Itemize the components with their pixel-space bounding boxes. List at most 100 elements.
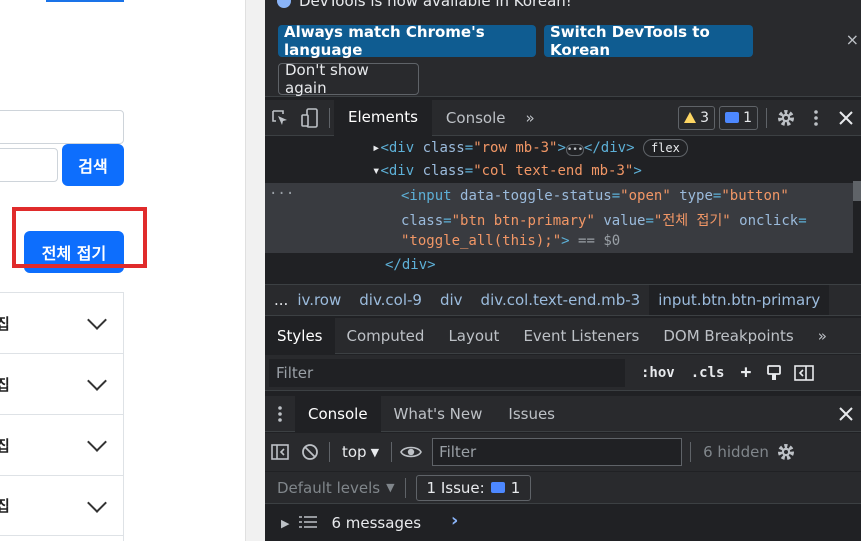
log-levels-label: Default levels [277,478,381,497]
drawer-tab-console[interactable]: Console [295,395,381,432]
console-toolbar: top ▼ Filter 6 hidden [265,433,861,471]
tab-computed[interactable]: Computed [335,318,437,354]
breadcrumb-item[interactable]: div [431,285,472,315]
divider [766,107,767,128]
hidden-count: 6 hidden [703,443,769,461]
breadcrumb-ellipsis[interactable]: ... [265,285,297,315]
tab-event-listeners[interactable]: Event Listeners [511,318,651,354]
breadcrumb-item-active[interactable]: input.btn.btn-primary [649,285,830,315]
scrollbar-thumb[interactable] [853,181,861,201]
breadcrumb: ... iv.row div.col-9 div div.col.text-en… [265,284,861,316]
chevron-down-icon[interactable] [87,371,107,391]
accordion-item-label: 집 [0,497,10,515]
drawer-menu-icon[interactable] [265,396,295,432]
list-border [123,292,124,541]
device-toolbar-icon[interactable] [295,100,325,136]
console-settings-gear-icon[interactable] [775,434,797,470]
tab-dom-breakpoints[interactable]: DOM Breakpoints [651,318,805,354]
drawer-tab-whats-new[interactable]: What's New [381,396,496,432]
console-sidebar-icon[interactable] [265,434,295,470]
accordion-list: 집 집 집 집 [0,292,124,536]
accordion-item[interactable]: 집 [0,292,124,353]
chevron-down-icon[interactable] [87,492,107,513]
styles-filter-row: Filter :hov .cls + [265,355,861,391]
attr-value: "row mb-3" [473,140,558,156]
issues-count: 1 [510,478,521,497]
attr-value: "btn btn-primary" [451,213,595,229]
drawer-tab-issues[interactable]: Issues [495,396,568,432]
kebab-menu-icon[interactable] [801,100,831,136]
issues-button[interactable]: 1 Issue: 1 [415,474,532,501]
attr-name: value [603,213,646,229]
paint-icon[interactable] [759,355,789,391]
context-label: top [342,443,367,461]
tree-line-selected[interactable]: class="btn btn-primary" value="전체 접기" on… [401,210,807,230]
messages-summary[interactable]: 6 messages [317,514,421,532]
tree-line[interactable]: ▸<div class="row mb-3">•••</div> flex [372,139,688,157]
attr-name: onclick [739,213,799,229]
tag-open: <div [380,163,415,179]
attr-value: "button" [721,188,789,204]
top-link-underline[interactable] [46,0,124,2]
chevron-down-icon[interactable] [87,432,107,452]
more-tabs-icon[interactable]: » [806,318,839,354]
flex-badge[interactable]: flex [642,139,688,157]
expand-arrow-icon[interactable]: ▶ [265,517,289,530]
accordion-item-label: 집 [0,375,10,394]
issues-label: 1 Issue: [426,478,485,497]
add-rule-icon[interactable]: + [732,362,759,383]
sidebar-toggle-icon[interactable] [789,355,819,391]
main-tabbar: Elements Console » 3 1 [265,99,861,136]
tag-close: </div> [385,257,436,273]
elements-tree: ▸<div class="row mb-3">•••</div> flex ▾<… [265,137,861,282]
tab-elements[interactable]: Elements [334,99,432,136]
console-toolbar-2: Default levels ▼ 1 Issue: 1 [265,472,861,504]
clear-console-icon[interactable] [295,434,325,470]
tab-console[interactable]: Console [432,100,520,136]
switch-language-button[interactable]: Switch DevTools to Korean [544,23,753,59]
tab-styles[interactable]: Styles [265,317,335,354]
inspect-element-icon[interactable] [265,100,295,136]
tree-line[interactable]: </div> [385,257,436,273]
gear-icon[interactable] [771,100,801,136]
close-drawer-icon[interactable] [831,396,861,432]
console-filter-input[interactable]: Filter [432,438,683,466]
log-levels-select[interactable]: Default levels ▼ [265,479,395,497]
page-scrollbar[interactable] [245,0,265,541]
context-select[interactable]: top ▼ [334,443,387,461]
node-ellipsis-icon[interactable]: ··· [269,186,294,202]
tree-scrollbar[interactable] [853,137,861,282]
close-devtools-icon[interactable] [831,100,861,136]
cls-button[interactable]: .cls [683,365,733,381]
tree-line-selected[interactable]: "toggle_all(this);"> == $0 [401,233,620,249]
ellipsis-icon[interactable]: ••• [565,144,584,156]
screen: 검색 전체 접기 집 집 집 집 DevTools is now availab… [0,0,861,541]
breadcrumb-item[interactable]: iv.row [297,285,350,315]
more-tabs-icon[interactable]: » [519,100,540,136]
accordion-item[interactable]: 집 [0,353,124,414]
search-button[interactable]: 검색 [62,144,124,186]
infobar-message: DevTools is now available in Korean! [277,0,572,10]
breadcrumb-item[interactable]: div.col-9 [350,285,431,315]
accordion-item[interactable]: 집 [0,475,124,536]
tab-layout[interactable]: Layout [436,318,511,354]
search-input[interactable] [0,148,58,182]
styles-filter-input[interactable]: Filter [269,358,625,387]
highlight-box [12,207,147,268]
dollar-zero-ref: == $0 [578,233,621,249]
match-language-button[interactable]: Always match Chrome's language [278,23,536,59]
accordion-item[interactable]: 집 [0,414,124,475]
messages-badge[interactable]: 1 [719,105,758,130]
tree-line[interactable]: ▾<div class="col text-end mb-3"> [372,163,642,179]
hov-button[interactable]: :hov [633,365,683,381]
warnings-badge[interactable]: 3 [678,105,716,130]
console-prompt-icon[interactable]: › [421,510,458,531]
eye-icon[interactable] [396,434,426,470]
text-input[interactable] [0,110,124,144]
devtools-panel: DevTools is now available in Korean! × A… [265,0,861,541]
chevron-down-icon[interactable] [87,310,107,330]
tree-line-selected[interactable]: <input data-toggle-status="open" type="b… [401,188,789,204]
dont-show-again-button[interactable]: Don't show again [278,61,419,97]
close-icon[interactable]: × [846,30,859,49]
breadcrumb-item[interactable]: div.col.text-end.mb-3 [472,285,650,315]
